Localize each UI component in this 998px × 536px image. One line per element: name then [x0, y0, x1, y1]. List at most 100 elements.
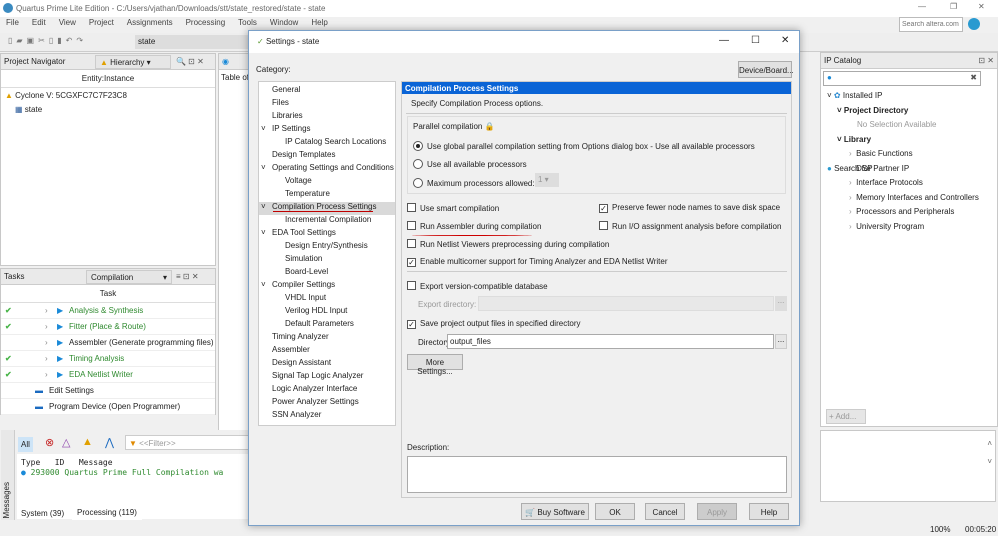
- expand-icon[interactable]: ›: [45, 322, 57, 331]
- menu-tools[interactable]: Tools: [238, 18, 257, 27]
- category-item[interactable]: Design Templates: [259, 150, 395, 163]
- category-item[interactable]: ˅ IP Settings: [259, 124, 395, 137]
- menu-project[interactable]: Project: [89, 18, 114, 27]
- add-ip-button[interactable]: + Add...: [826, 409, 866, 424]
- search-partner-ip[interactable]: ● Search for Partner IP: [827, 164, 991, 179]
- hierarchy-dropdown[interactable]: ▲ Hierarchy ▾: [95, 55, 171, 69]
- entity-row[interactable]: ▦ state: [1, 103, 215, 116]
- tree-project-directory[interactable]: ˅ Project Directory: [827, 106, 991, 121]
- clear-icon[interactable]: ✖: [970, 73, 977, 82]
- panel-controls[interactable]: ⊡ ✕: [978, 56, 994, 65]
- category-item[interactable]: Libraries: [259, 111, 395, 124]
- category-item[interactable]: Signal Tap Logic Analyzer: [259, 371, 395, 384]
- dialog-close-button[interactable]: ✕: [781, 35, 789, 46]
- device-row[interactable]: ▲ Cyclone V: 5CGXFC7C7F23C8: [1, 88, 215, 103]
- ip-library-item[interactable]: › Interface Protocols: [827, 178, 991, 193]
- directory-name-input[interactable]: output_files: [447, 334, 774, 349]
- play-icon[interactable]: ▶: [57, 322, 69, 331]
- export-browse-button[interactable]: ...: [775, 296, 787, 311]
- expand-icon[interactable]: ›: [45, 370, 57, 379]
- category-item[interactable]: Verilog HDL Input: [259, 306, 395, 319]
- category-item[interactable]: Temperature: [259, 189, 395, 202]
- category-item[interactable]: Default Parameters: [259, 319, 395, 332]
- tab-system[interactable]: System (39): [18, 506, 67, 521]
- flow-dropdown[interactable]: Compilation ▾: [86, 270, 172, 284]
- category-item[interactable]: ˅ EDA Tool Settings: [259, 228, 395, 241]
- category-item[interactable]: Incremental Compilation: [259, 215, 395, 228]
- category-item[interactable]: ˅ Operating Settings and Conditions: [259, 163, 395, 176]
- ip-library-item[interactable]: › Memory Interfaces and Controllers: [827, 193, 991, 208]
- radio-max-processors[interactable]: Maximum processors allowed:: [413, 178, 535, 188]
- ip-library-item[interactable]: › University Program: [827, 222, 991, 237]
- checkbox-export-database[interactable]: Export version-compatible database: [407, 281, 548, 291]
- category-item[interactable]: Timing Analyzer: [259, 332, 395, 345]
- expand-icon[interactable]: ›: [45, 306, 57, 315]
- menu-edit[interactable]: Edit: [32, 18, 46, 27]
- ok-button[interactable]: OK: [595, 503, 635, 520]
- close-window-button[interactable]: ✕: [978, 2, 985, 11]
- error-filter-icon[interactable]: ⊗: [45, 436, 54, 449]
- expand-icon[interactable]: ›: [45, 338, 57, 347]
- export-directory-input[interactable]: [478, 296, 774, 311]
- category-item[interactable]: Simulation: [259, 254, 395, 267]
- category-item[interactable]: Logic Analyzer Interface: [259, 384, 395, 397]
- buy-software-button[interactable]: 🛒 Buy Software: [521, 503, 589, 520]
- category-item[interactable]: Assembler: [259, 345, 395, 358]
- category-item[interactable]: SSN Analyzer: [259, 410, 395, 423]
- panel-controls[interactable]: 🔍 ⊡ ✕: [176, 57, 204, 66]
- tree-library[interactable]: ˅ Library: [827, 135, 991, 150]
- checkbox-save-output[interactable]: ✓ Save project output files in specified …: [407, 319, 581, 329]
- checkbox-preserve-node-names[interactable]: ✓ Preserve fewer node names to save disk …: [599, 203, 780, 213]
- filter-all-button[interactable]: All: [18, 437, 33, 452]
- minimize-button[interactable]: —: [918, 2, 926, 11]
- ip-library-item[interactable]: › Basic Functions: [827, 149, 991, 164]
- task-item[interactable]: ▬ Program Device (Open Programmer): [1, 399, 215, 415]
- more-settings-button[interactable]: More Settings...: [407, 354, 463, 376]
- help-button[interactable]: Help: [749, 503, 789, 520]
- dialog-maximize-button[interactable]: ☐: [751, 35, 760, 46]
- warning-filter-icon[interactable]: ▲: [82, 436, 93, 448]
- radio-all-processors[interactable]: Use all available processors: [413, 159, 527, 169]
- ip-library-item[interactable]: › Processors and Peripherals: [827, 207, 991, 222]
- critical-warning-filter-icon[interactable]: △: [62, 436, 70, 449]
- menu-view[interactable]: View: [59, 18, 76, 27]
- message-filter-input[interactable]: ▼ <<Filter>>: [125, 435, 250, 450]
- cancel-button[interactable]: Cancel: [645, 503, 685, 520]
- play-icon[interactable]: ▶: [57, 338, 69, 347]
- device-board-button[interactable]: Device/Board...: [738, 61, 794, 78]
- category-item[interactable]: Power Analyzer Settings: [259, 397, 395, 410]
- apply-button[interactable]: Apply: [697, 503, 737, 520]
- category-item[interactable]: Design Entry/Synthesis: [259, 241, 395, 254]
- menu-window[interactable]: Window: [270, 18, 298, 27]
- task-item[interactable]: ▬ Edit Settings: [1, 383, 215, 399]
- checkbox-netlist-viewers[interactable]: Run Netlist Viewers preprocessing during…: [407, 239, 609, 249]
- menu-assignments[interactable]: Assignments: [127, 18, 173, 27]
- tab-processing[interactable]: Processing (119): [72, 505, 142, 520]
- task-item[interactable]: ✔ › ▶ Fitter (Place & Route): [1, 319, 215, 335]
- menu-help[interactable]: Help: [311, 18, 327, 27]
- checkbox-io-analysis[interactable]: Run I/O assignment analysis before compi…: [599, 221, 781, 231]
- toolbar-icons[interactable]: ▯▰▣✂▯▮↶↷: [8, 36, 87, 45]
- task-item[interactable]: ✔ › ▶ EDA Netlist Writer: [1, 367, 215, 383]
- max-processors-spinner[interactable]: 1 ▾: [535, 173, 559, 187]
- project-combo[interactable]: state: [135, 35, 250, 49]
- expand-icon[interactable]: ›: [45, 354, 57, 363]
- category-item[interactable]: Design Assistant: [259, 358, 395, 371]
- menu-file[interactable]: File: [6, 18, 19, 27]
- category-item[interactable]: Board-Level: [259, 267, 395, 280]
- play-icon[interactable]: ▶: [57, 354, 69, 363]
- dialog-minimize-button[interactable]: —: [719, 35, 729, 46]
- category-item[interactable]: IP Catalog Search Locations: [259, 137, 395, 150]
- directory-browse-button[interactable]: ...: [775, 334, 787, 349]
- category-item[interactable]: VHDL Input: [259, 293, 395, 306]
- maximize-button[interactable]: ❐: [950, 2, 957, 11]
- task-item[interactable]: › ▶ Assembler (Generate programming files): [1, 335, 215, 351]
- category-item[interactable]: ˅ Compilation Process Settings: [259, 202, 395, 215]
- ip-search-input[interactable]: ● ✖: [823, 71, 981, 86]
- panel-controls[interactable]: ≡ ⊡ ✕: [176, 272, 199, 281]
- category-item[interactable]: ˅ Compiler Settings: [259, 280, 395, 293]
- suppress-icon[interactable]: ⋀: [105, 436, 114, 449]
- tree-installed-ip[interactable]: ˅ ✿ Installed IP: [827, 91, 991, 106]
- category-item[interactable]: Voltage: [259, 176, 395, 189]
- play-icon[interactable]: ▶: [57, 306, 69, 315]
